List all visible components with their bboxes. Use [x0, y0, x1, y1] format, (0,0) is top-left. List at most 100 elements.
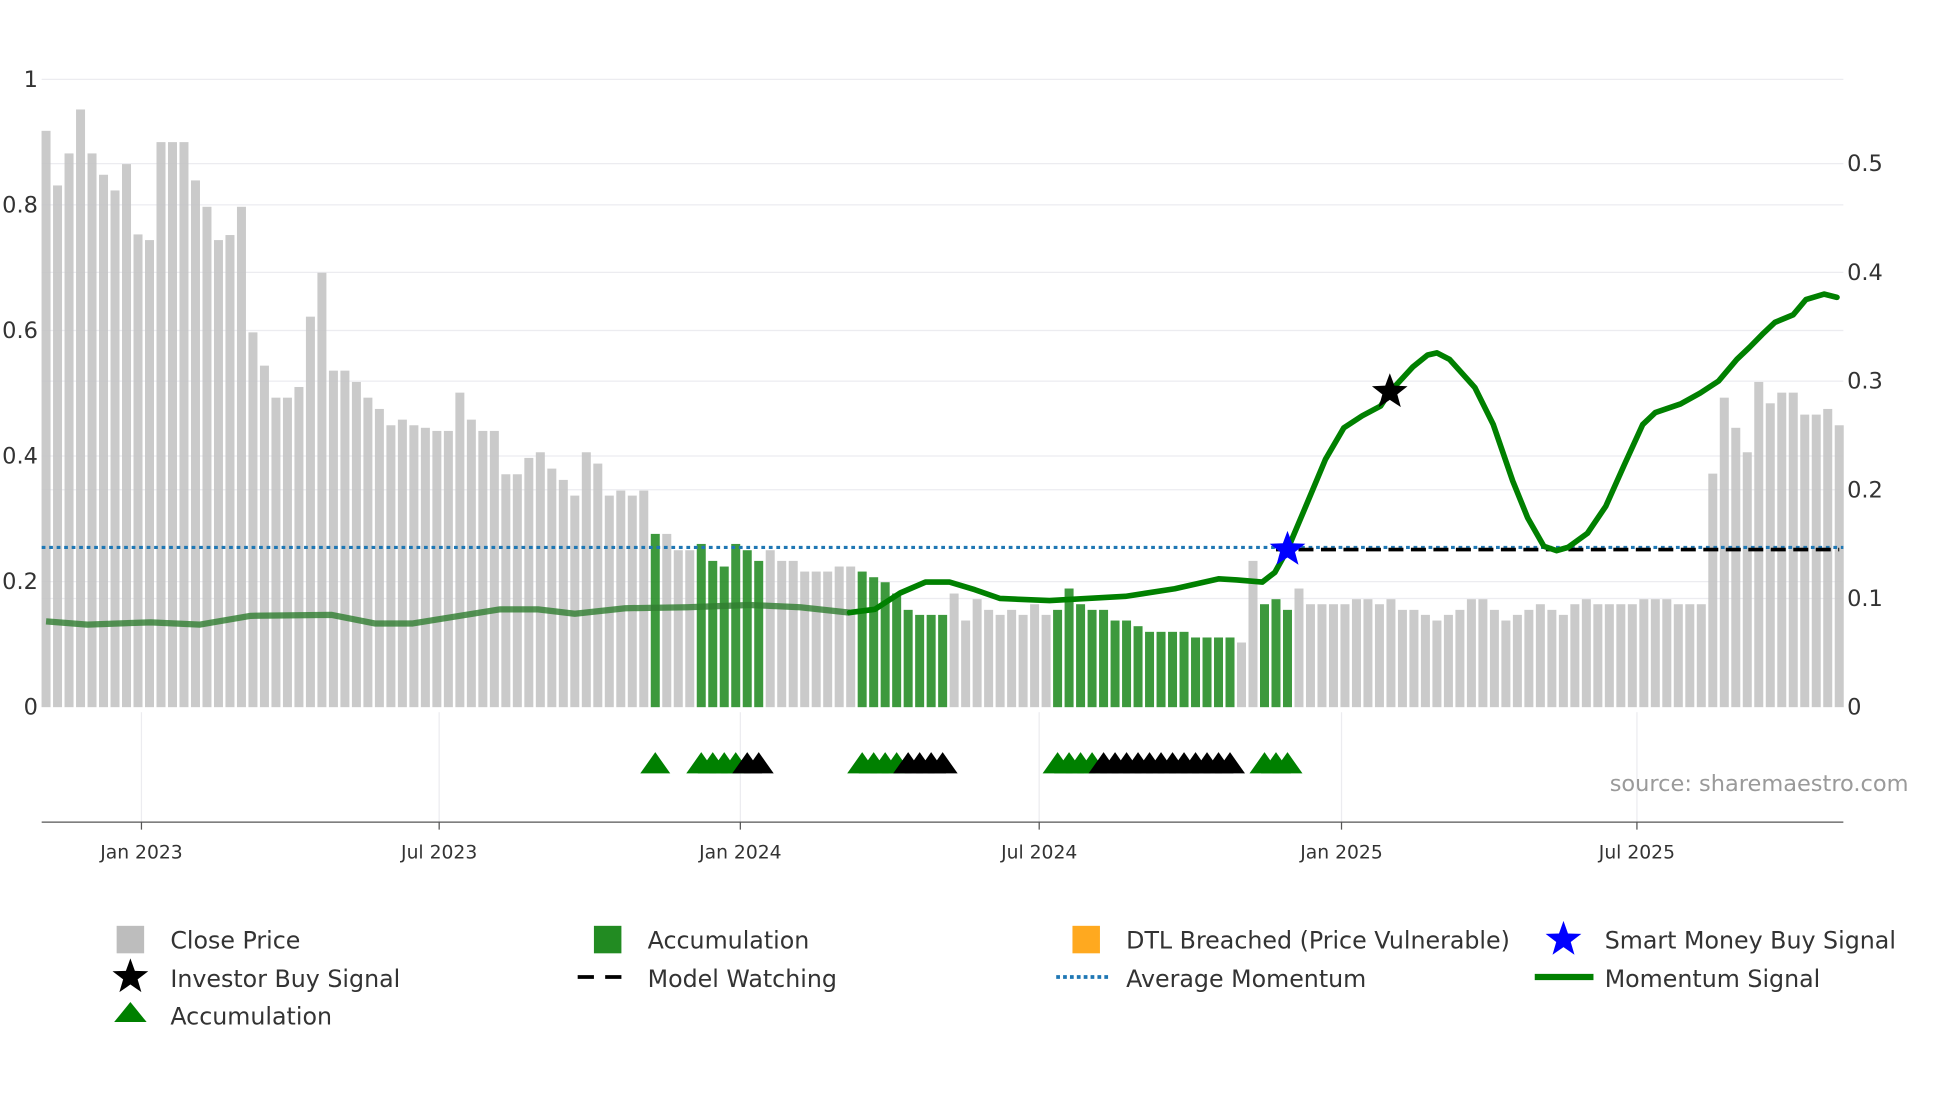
close-price-bar — [1800, 414, 1810, 708]
close-price-bar — [777, 560, 787, 708]
close-price-bar — [593, 463, 603, 708]
close-price-bar — [949, 593, 959, 708]
close-price-bar — [765, 550, 775, 708]
close-price-bar — [1041, 614, 1051, 708]
close-price-bar — [1340, 604, 1350, 708]
close-price-bar — [823, 571, 833, 708]
close-price-bar — [1455, 609, 1465, 708]
close-price-bar — [363, 397, 373, 708]
close-price-bar — [213, 240, 223, 708]
close-price-bar — [535, 452, 545, 708]
close-price-bar — [478, 430, 488, 708]
close-price-bar — [282, 397, 292, 708]
close-price-bar — [1466, 599, 1476, 708]
close-price-bar — [1501, 620, 1511, 708]
close-price-bar — [501, 474, 511, 708]
accumulation-bar — [754, 560, 764, 708]
close-price-bar — [1627, 604, 1637, 708]
left-tick-label: 0 — [24, 695, 38, 721]
close-price-swatch-icon — [116, 925, 145, 954]
right-tick-label: 0.5 — [1847, 151, 1883, 177]
close-price-bar — [627, 495, 637, 708]
close-price-bar — [834, 566, 844, 708]
close-price-bar — [1237, 642, 1247, 708]
accumulation-bar — [1156, 631, 1166, 708]
accumulation-bar — [892, 593, 902, 708]
close-price-bar — [1673, 604, 1683, 708]
close-price-bar — [190, 180, 200, 708]
legend-label: Model Watching — [648, 965, 837, 993]
legend-label: Average Momentum — [1126, 965, 1366, 993]
close-price-bar — [1007, 609, 1017, 708]
x-tick-label: Jul 2025 — [1598, 842, 1675, 863]
accumulation-bar — [1145, 631, 1155, 708]
accumulation-bar — [1053, 609, 1063, 708]
close-price-bar — [1581, 599, 1591, 708]
close-price-bar — [374, 408, 384, 708]
right-tick-label: 0.3 — [1847, 369, 1883, 395]
close-price-bar — [1696, 604, 1706, 708]
legend-item-dtl-breached: DTL Breached (Price Vulnerable) — [1072, 925, 1510, 954]
close-price-bar — [271, 397, 281, 708]
legend-label: Accumulation — [648, 926, 810, 954]
close-price-bar — [1317, 604, 1327, 708]
close-price-bar — [1731, 427, 1741, 708]
right-tick-label: 0.1 — [1847, 586, 1883, 612]
legend-label: Momentum Signal — [1605, 965, 1821, 993]
close-price-bar — [1030, 604, 1040, 708]
close-price-bar — [1547, 609, 1557, 708]
x-tick-label: Jan 2023 — [99, 842, 183, 863]
close-price-bar — [489, 430, 499, 708]
accumulation-bar — [869, 577, 879, 708]
close-price-bar — [558, 479, 568, 708]
close-price-bar — [225, 235, 235, 708]
close-price-bar — [305, 316, 315, 708]
right-axis-ticks: 0 0.1 0.2 0.3 0.4 0.5 — [1847, 151, 1883, 721]
close-price-bar — [1432, 620, 1442, 708]
close-price-bar — [604, 495, 614, 708]
dtl-swatch-icon — [1072, 925, 1100, 954]
close-price-bar — [846, 566, 856, 708]
accumulation-bar — [731, 543, 741, 708]
accumulation-bar — [926, 614, 936, 708]
accumulation-bar — [1214, 637, 1224, 708]
black-star-icon — [112, 958, 149, 993]
close-price-bar — [662, 533, 672, 708]
green-triangle-icon — [114, 1002, 147, 1023]
close-price-bar — [455, 392, 465, 708]
accumulation-triangle-green — [640, 752, 671, 774]
close-price-bar — [570, 495, 580, 708]
x-tick-label: Jan 2024 — [698, 842, 782, 863]
legend-label: Smart Money Buy Signal — [1605, 926, 1896, 954]
close-price-bar — [1823, 408, 1833, 708]
accumulation-bar — [742, 550, 752, 708]
close-price-bar — [1742, 452, 1752, 708]
close-price-bar — [1420, 614, 1430, 708]
accumulation-bar — [1168, 631, 1178, 708]
momentum-chart: 0 0.2 0.4 0.6 0.8 1 0 0.1 0.2 0.3 0.4 0.5 Jan 2023… — [2, 67, 1908, 1031]
close-price-bar — [443, 430, 453, 708]
close-price-bar — [639, 490, 649, 708]
close-price-bar — [1524, 609, 1534, 708]
close-price-bar — [99, 174, 109, 708]
accumulation-bar — [1259, 604, 1269, 708]
accumulation-bar — [719, 566, 729, 708]
legend-item-accumulation-bar: Accumulation — [593, 925, 810, 954]
right-tick-label: 0.2 — [1847, 477, 1883, 503]
legend-item-smart-money: Smart Money Buy Signal — [1545, 920, 1896, 955]
close-price-bar — [1018, 614, 1028, 708]
close-price-bar — [340, 370, 350, 708]
close-price-bar — [328, 370, 338, 708]
close-price-bar — [409, 425, 419, 708]
accumulation-bar — [1191, 637, 1201, 708]
legend: Close Price Accumulation DTL Breached (P… — [112, 920, 1896, 1031]
close-price-bar — [1409, 609, 1419, 708]
accumulation-bar — [1110, 620, 1120, 708]
close-price-bar — [420, 427, 430, 708]
legend-item-model-watching: Model Watching — [577, 965, 837, 993]
close-price-bar — [972, 599, 982, 708]
left-tick-label: 0.2 — [2, 569, 38, 595]
close-price-bar — [995, 614, 1005, 708]
close-price-bar — [616, 490, 626, 708]
close-price-bar — [1719, 397, 1729, 708]
